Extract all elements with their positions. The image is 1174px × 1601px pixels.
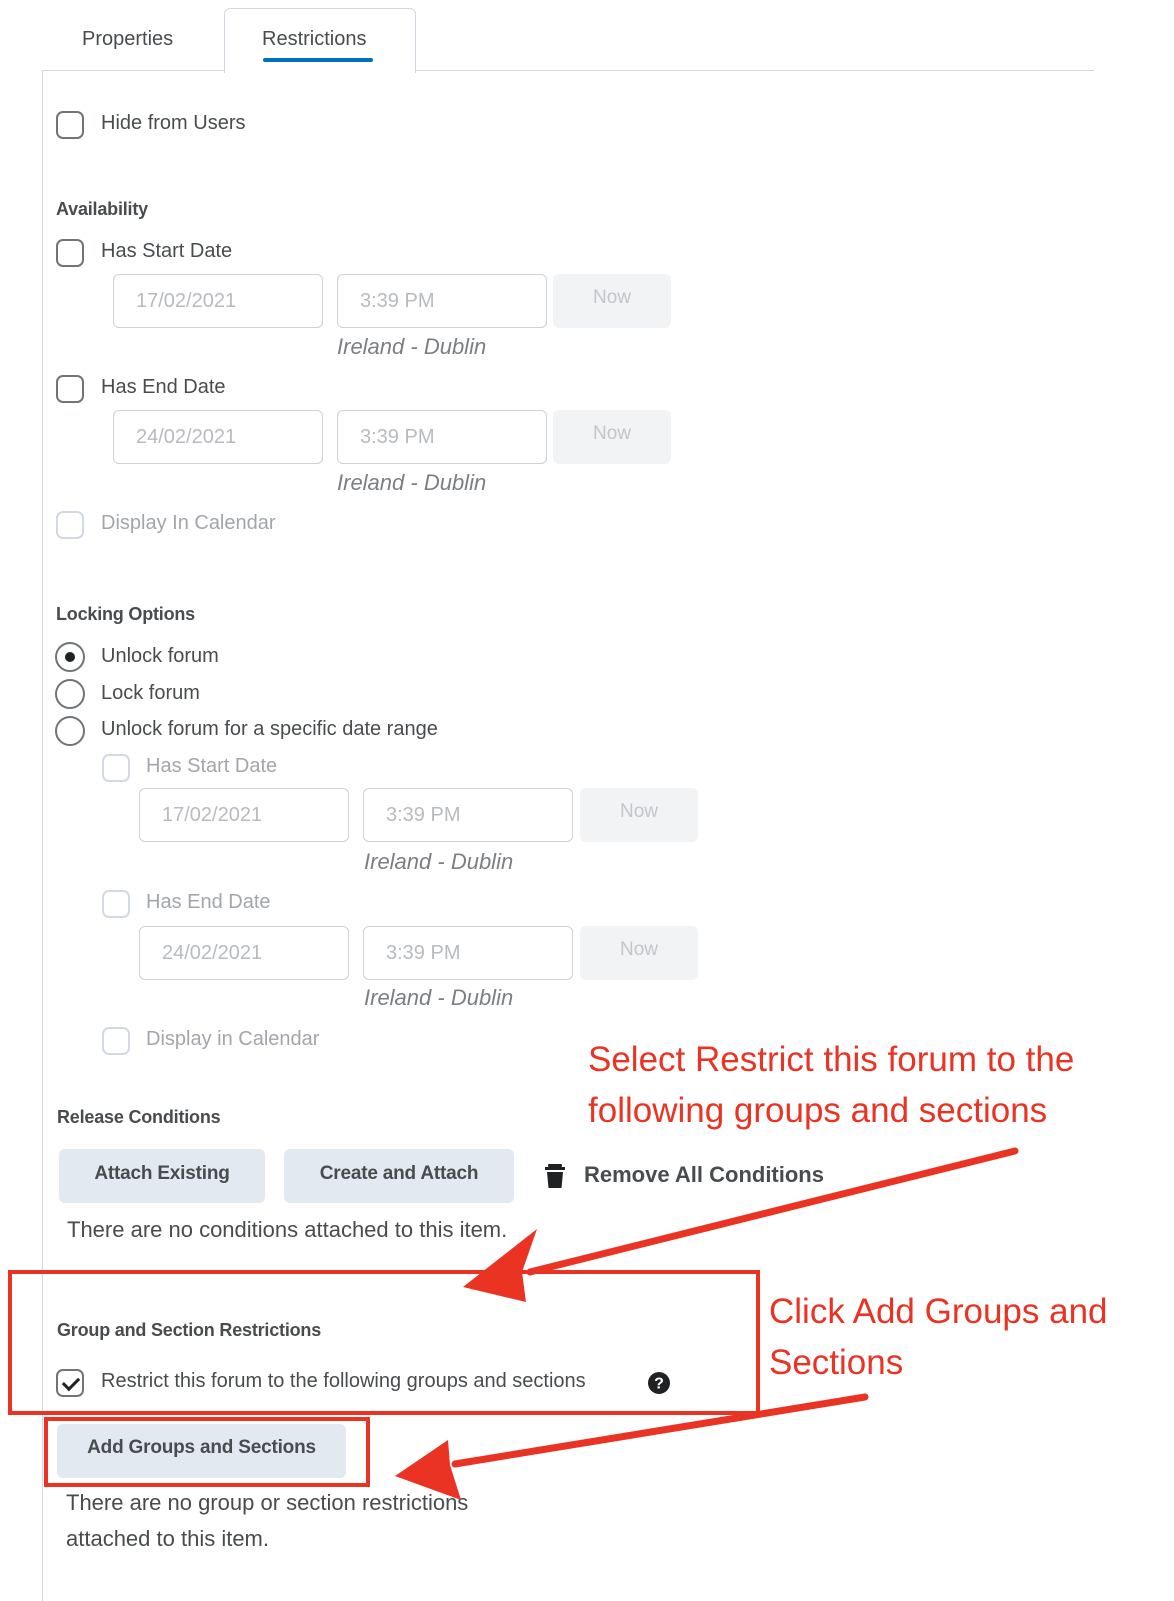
arrow-annotation bbox=[395, 1147, 1019, 1500]
